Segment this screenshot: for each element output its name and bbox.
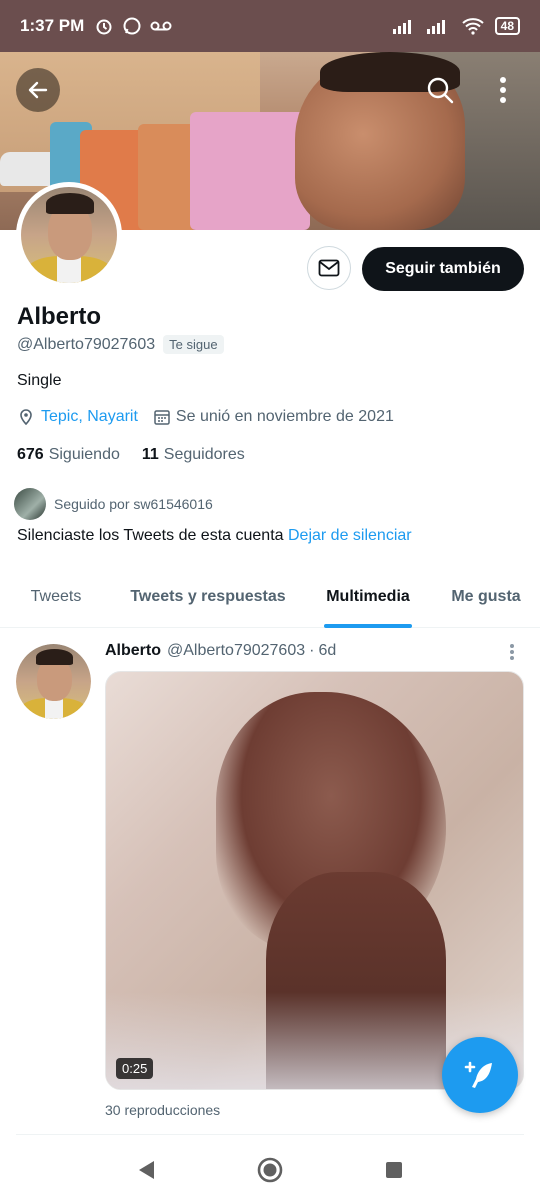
tweet-author-name[interactable]: Alberto <box>105 642 161 660</box>
location-pin-icon <box>20 409 32 426</box>
tweet-video[interactable] <box>105 671 524 1090</box>
alarm-icon <box>96 19 112 35</box>
muted-notice: Silenciaste los Tweets de esta cuenta De… <box>17 527 412 545</box>
tweet-time[interactable]: 6d <box>318 642 336 660</box>
profile-name: Alberto <box>17 303 101 330</box>
search-icon <box>427 77 454 104</box>
video-duration: 0:25 <box>116 1058 154 1079</box>
back-button[interactable] <box>16 68 60 112</box>
wifi-icon <box>461 18 484 35</box>
tweet-more-button[interactable] <box>500 640 524 664</box>
signal-icon <box>392 20 411 34</box>
mutual-avatar <box>14 488 46 520</box>
nav-recents-icon[interactable] <box>384 1160 404 1180</box>
more-vertical-icon <box>510 644 514 660</box>
more-vertical-icon <box>500 77 506 103</box>
tab-media[interactable]: Multimedia <box>304 566 432 628</box>
following-count: 676 <box>17 446 44 463</box>
status-bar: 1:37 PM 48 <box>0 0 540 52</box>
followers-count: 11 <box>141 446 159 463</box>
profile-handle: @Alberto79027603 <box>17 335 156 353</box>
whatsapp-icon <box>123 17 141 35</box>
followed-by-text: Seguido por sw61546016 <box>54 496 213 512</box>
tweet-avatar[interactable] <box>16 644 91 719</box>
system-nav-bar <box>0 1140 540 1200</box>
signal-icon-2 <box>426 20 445 34</box>
search-button[interactable] <box>418 68 462 112</box>
profile-avatar[interactable] <box>16 182 122 288</box>
nav-home-icon[interactable] <box>256 1156 284 1184</box>
profile-bio: Single <box>17 372 62 389</box>
muted-text: Silenciaste los Tweets de esta cuenta <box>17 527 284 544</box>
follow-counts: 676 Siguiendo 11 Seguidores <box>17 446 245 464</box>
calendar-icon <box>154 410 170 425</box>
tab-likes[interactable]: Me gusta <box>432 566 540 628</box>
followed-by-row[interactable]: Seguido por sw61546016 <box>14 488 213 520</box>
battery-indicator: 48 <box>494 17 520 35</box>
followers-link[interactable]: 11 Seguidores <box>142 446 245 464</box>
nav-back-icon[interactable] <box>136 1159 156 1181</box>
following-link[interactable]: 676 Siguiendo <box>17 446 120 464</box>
video-views: 30 reproducciones <box>105 1102 221 1118</box>
handle-row: @Alberto79027603 Te sigue <box>17 335 224 354</box>
tab-tweets[interactable]: Tweets <box>0 566 112 628</box>
compose-tweet-button[interactable] <box>442 1037 518 1113</box>
back-arrow-icon <box>28 81 48 99</box>
compose-tweet-icon <box>464 1061 492 1088</box>
tab-tweets-replies[interactable]: Tweets y respuestas <box>112 566 304 628</box>
envelope-icon <box>318 259 340 277</box>
more-options-button[interactable] <box>486 68 520 112</box>
voicemail-icon <box>150 21 172 31</box>
profile-meta: Tepic, Nayarit Se unió en noviembre de 2… <box>17 408 394 426</box>
status-time: 1:37 PM <box>20 16 85 35</box>
message-button[interactable] <box>307 246 351 290</box>
joined-date: Se unió en noviembre de 2021 <box>175 408 394 425</box>
follow-back-button[interactable]: Seguir también <box>362 247 524 291</box>
active-tab-indicator <box>324 624 412 628</box>
profile-tabs: Tweets Tweets y respuestas Multimedia Me… <box>0 566 540 628</box>
following-label: Siguiendo <box>48 446 120 463</box>
tweet-author-handle[interactable]: @Alberto79027603 <box>167 642 305 660</box>
unmute-link[interactable]: Dejar de silenciar <box>288 527 412 544</box>
tweet-separator: · <box>309 642 315 659</box>
followers-label: Seguidores <box>163 446 245 463</box>
follows-you-badge: Te sigue <box>163 335 224 354</box>
divider <box>16 1134 524 1135</box>
location-link[interactable]: Tepic, Nayarit <box>41 408 138 426</box>
tweet-header: Alberto @Alberto79027603 · 6d <box>105 642 525 660</box>
